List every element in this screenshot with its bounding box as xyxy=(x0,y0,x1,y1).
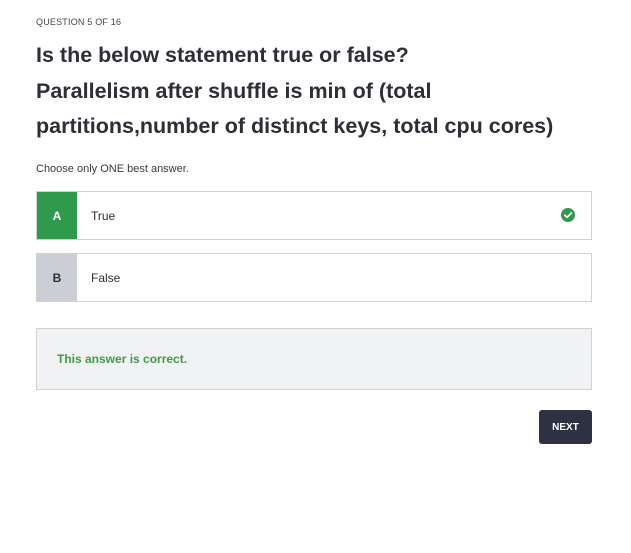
question-counter: QUESTION 5 OF 16 xyxy=(36,17,122,27)
option-label: True xyxy=(91,208,116,223)
question-line: partitions,number of distinct keys, tota… xyxy=(36,114,554,138)
check-circle-icon xyxy=(561,208,575,222)
question-line: Is the below statement true or false? xyxy=(36,43,409,67)
answer-option-a[interactable]: A True xyxy=(36,191,592,240)
option-label: False xyxy=(91,270,121,285)
option-letter: A xyxy=(37,192,77,239)
answer-option-b[interactable]: B False xyxy=(36,253,592,302)
next-button[interactable]: NEXT xyxy=(539,410,592,444)
option-letter: B xyxy=(37,254,77,301)
question-text: Is the below statement true or false? Pa… xyxy=(36,38,592,145)
feedback-message: This answer is correct. xyxy=(57,352,188,366)
feedback-box: This answer is correct. xyxy=(36,328,592,390)
question-line: Parallelism after shuffle is min of (tot… xyxy=(36,78,432,103)
answer-instructions: Choose only ONE best answer. xyxy=(36,163,189,175)
